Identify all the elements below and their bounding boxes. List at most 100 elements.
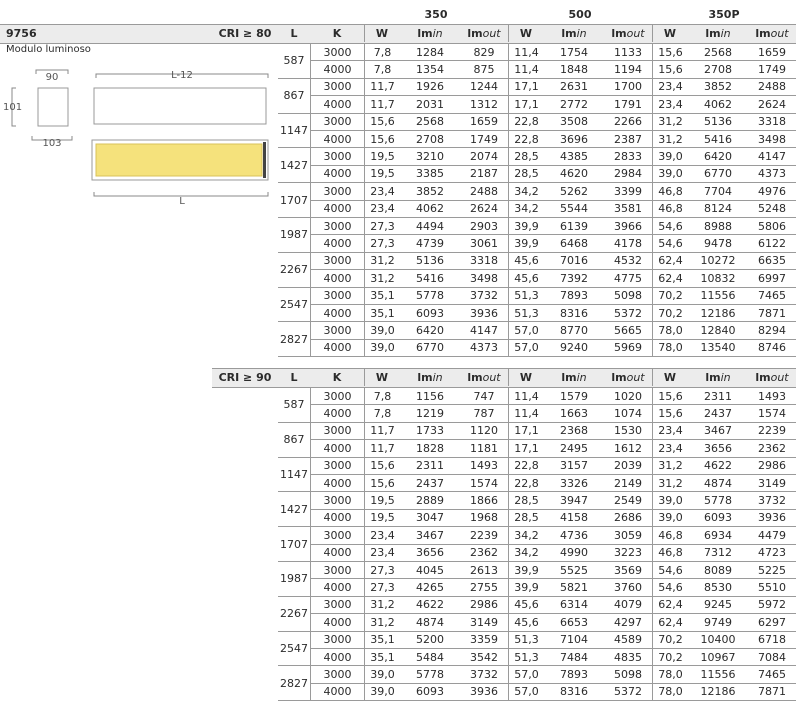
value-cell: 1312 (460, 95, 508, 112)
value-cell: 2833 (604, 147, 652, 164)
table-row: 4000 27,3 4739 3061 39,9 6468 4178 54,6 9478 6122 (0, 234, 800, 252)
value-cell: 7,8 (364, 387, 400, 405)
value-cell: 3047 (400, 508, 460, 526)
value-cell: 70,2 (652, 630, 688, 648)
value-cell: 5525 (544, 561, 604, 578)
value-cell: 1194 (604, 60, 652, 77)
value-cell: 2362 (748, 439, 796, 456)
value-cell: 3852 (400, 182, 460, 199)
value-cell: 3732 (748, 491, 796, 508)
value-cell: 19,5 (364, 491, 400, 509)
value-cell: 23,4 (652, 439, 688, 457)
value-cell: 4739 (400, 234, 460, 251)
subheader-lm-out: lm out (748, 24, 796, 42)
value-cell: 2239 (748, 421, 796, 439)
kelvin-cell: 3000 (310, 217, 364, 235)
value-cell: 2437 (688, 404, 748, 421)
value-cell: 7084 (748, 648, 796, 665)
value-cell: 1926 (400, 77, 460, 95)
value-cell: 1733 (400, 421, 460, 439)
value-cell: 31,2 (364, 595, 400, 614)
value-cell: 10832 (688, 269, 748, 286)
lm-unit: lm (417, 370, 433, 384)
kelvin-cell: 4000 (310, 439, 364, 457)
table-row: 4000 19,5 3385 2187 28,5 4620 2984 39,0 6770 4373 (0, 164, 800, 183)
value-cell: 2387 (604, 130, 652, 147)
in-suffix: in (720, 26, 731, 40)
value-cell: 2986 (460, 595, 508, 613)
value-cell: 31,2 (652, 112, 688, 130)
column-divider (652, 24, 653, 42)
table-row: 4000 31,2 4874 3149 45,6 6653 4297 62,4 9749 6297 (0, 613, 800, 631)
value-cell: 2266 (604, 112, 652, 130)
value-cell: 6297 (748, 613, 796, 630)
value-cell: 19,5 (364, 508, 400, 527)
subheader-lm-in: lm in (400, 24, 460, 42)
value-cell: 1612 (604, 439, 652, 456)
value-cell: 8089 (688, 561, 748, 578)
table-bottom-border (278, 700, 796, 702)
value-cell: 4874 (688, 474, 748, 491)
table-row: 4000 27,3 4265 2755 39,9 5821 3760 54,6 8530 5510 (0, 578, 800, 596)
value-cell: 23,4 (364, 543, 400, 561)
value-cell: 27,3 (364, 234, 400, 252)
value-cell: 4874 (400, 613, 460, 630)
value-cell: 8294 (748, 321, 796, 338)
table-bottom-border (278, 356, 796, 358)
subheader-lm-in: lm in (544, 368, 604, 386)
lm-unit: lm (705, 370, 721, 384)
kelvin-cell: 3000 (310, 630, 364, 648)
in-suffix: in (432, 370, 443, 384)
column-divider (364, 368, 365, 386)
out-suffix: out (626, 370, 645, 384)
value-cell: 31,2 (652, 474, 688, 492)
value-cell: 6139 (544, 217, 604, 234)
value-cell: 2686 (604, 508, 652, 526)
value-cell: 17,1 (508, 421, 544, 440)
lm-unit: lm (467, 26, 483, 40)
value-cell: 2631 (544, 77, 604, 95)
value-cell: 4045 (400, 561, 460, 578)
value-cell: 2708 (400, 130, 460, 147)
value-cell: 2984 (604, 164, 652, 182)
value-cell: 3318 (460, 251, 508, 269)
value-cell: 27,3 (364, 561, 400, 579)
subheader-lm-out: lm out (604, 368, 652, 386)
table-row: 4000 15,6 2708 1749 22,8 3696 2387 31,2 5416 3498 (0, 130, 800, 148)
value-cell: 4494 (400, 217, 460, 234)
value-cell: 3852 (688, 77, 748, 95)
value-cell: 1181 (460, 439, 508, 456)
value-cell: 7893 (544, 665, 604, 682)
value-cell: 62,4 (652, 613, 688, 631)
value-cell: 2031 (400, 95, 460, 112)
table-row: 4000 39,0 6093 3936 57,0 8316 5372 78,0 12186 787… (0, 682, 800, 701)
value-cell: 3656 (400, 543, 460, 561)
value-cell: 3947 (544, 491, 604, 508)
value-cell: 4479 (748, 526, 796, 543)
kelvin-cell: 3000 (310, 665, 364, 683)
kelvin-cell: 3000 (310, 286, 364, 304)
value-cell: 39,0 (652, 491, 688, 509)
value-cell: 3061 (460, 234, 508, 251)
value-cell: 23,4 (652, 95, 688, 113)
value-cell: 3966 (604, 217, 652, 234)
value-cell: 12840 (688, 321, 748, 338)
value-cell: 1791 (604, 95, 652, 112)
table-row: 3000 19,5 3210 2074 28,5 4385 2833 39,0 6420 4147 (0, 147, 800, 165)
value-cell: 1493 (460, 456, 508, 474)
value-cell: 22,8 (508, 474, 544, 492)
kelvin-cell: 3000 (310, 526, 364, 544)
kelvin-cell: 3000 (310, 43, 364, 61)
value-cell: 6420 (400, 321, 460, 338)
column-divider (364, 24, 365, 42)
value-cell: 8316 (544, 682, 604, 700)
value-cell: 3760 (604, 578, 652, 595)
value-cell: 39,0 (652, 164, 688, 183)
value-cell: 3936 (460, 304, 508, 321)
subheader-lm-out: lm out (460, 24, 508, 42)
value-cell: 2903 (460, 217, 508, 234)
value-cell: 57,0 (508, 338, 544, 357)
value-cell: 46,8 (652, 199, 688, 217)
value-cell: 35,1 (364, 286, 400, 304)
table2-col-K: K (332, 370, 342, 384)
